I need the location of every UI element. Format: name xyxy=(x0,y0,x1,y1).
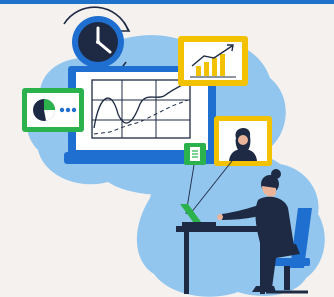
bar-chart-card xyxy=(178,36,248,86)
illustration-canvas xyxy=(22,6,325,297)
screen-chart xyxy=(91,79,191,139)
pie-chart-card xyxy=(22,88,84,132)
document-icon xyxy=(184,143,206,165)
video-call-card xyxy=(214,116,272,166)
pie-chart-icon xyxy=(33,99,55,121)
